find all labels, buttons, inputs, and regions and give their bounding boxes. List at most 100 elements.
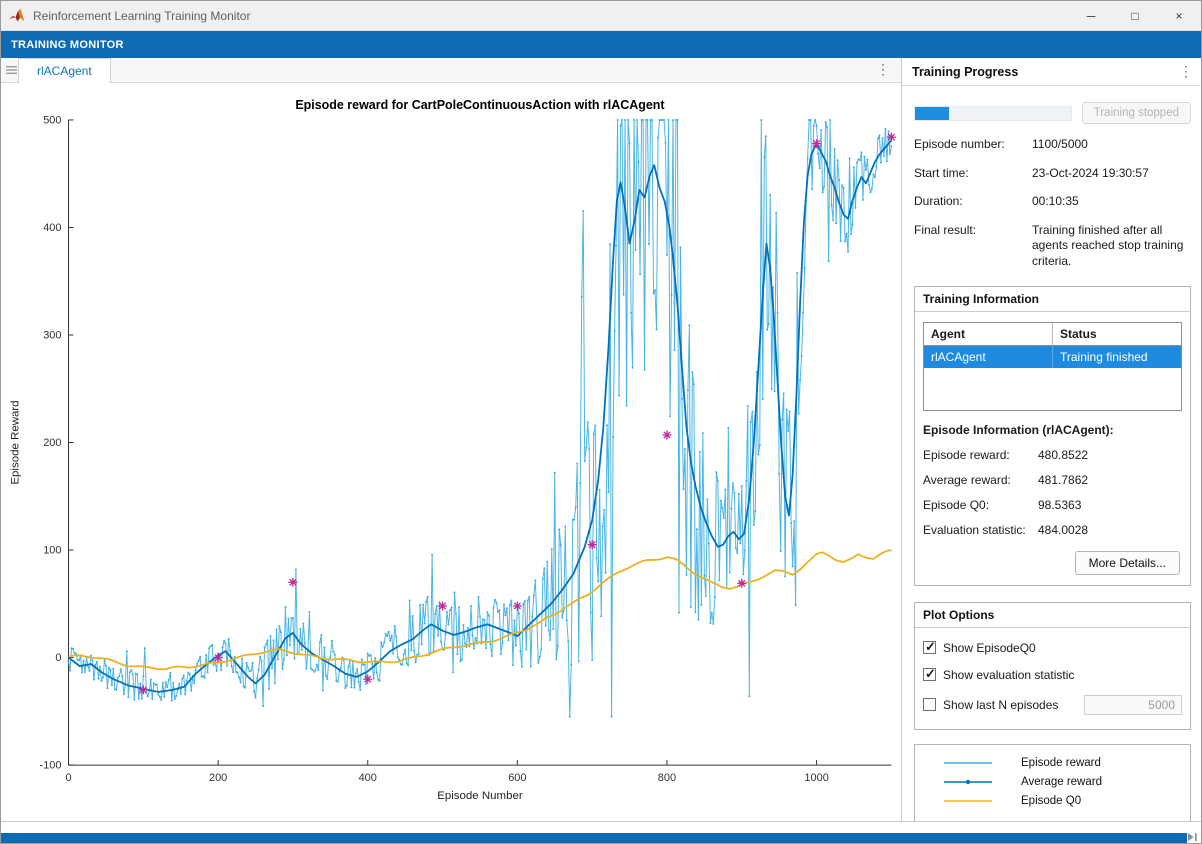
- training-progress-panel: Training Progress ⋮ Training stopped Epi…: [901, 58, 1202, 822]
- option-show-last-n-episodes[interactable]: Show last N episodes: [915, 695, 1190, 715]
- table-header-status: Status: [1053, 323, 1181, 346]
- info-label: Final result:: [914, 223, 1032, 270]
- info-label: Start time:: [914, 166, 1032, 182]
- stat-label: Average reward:: [923, 473, 1038, 487]
- stat-value: 98.5363: [1038, 498, 1081, 512]
- maximize-button[interactable]: □: [1113, 1, 1157, 30]
- info-label: Duration:: [914, 194, 1032, 210]
- legend-label: Episode reward: [1021, 757, 1101, 769]
- svg-text:1000: 1000: [804, 772, 828, 784]
- checkbox-label: Show EpisodeQ0: [943, 641, 1036, 655]
- chart-panel: rlACAgent ⋮ Episode reward for CartPoleC…: [1, 58, 901, 822]
- stat-label: Episode Q0:: [923, 498, 1038, 512]
- tab-rlacagent[interactable]: rlACAgent: [18, 58, 111, 83]
- tab-label: rlACAgent: [37, 64, 92, 78]
- info-row-start-time: Start time: 23-Oct-2024 19:30:57: [914, 166, 1191, 182]
- episode-reward-chart: Episode reward for CartPoleContinuousAct…: [1, 83, 901, 821]
- svg-text:400: 400: [359, 772, 377, 784]
- titlebar: Reinforcement Learning Training Monitor …: [1, 1, 1201, 31]
- training-information-group: Training Information Agent Status rlACAg…: [914, 286, 1191, 586]
- panel-title: Training Progress: [912, 65, 1018, 79]
- info-value: 23-Oct-2024 19:30:57: [1032, 166, 1191, 182]
- stat-value: 480.8522: [1038, 448, 1088, 462]
- episode-reward-line-sample: [915, 756, 1021, 770]
- table-header-row: Agent Status: [924, 323, 1181, 346]
- show-last-n-episodes-checkbox[interactable]: [923, 698, 936, 711]
- stat-row-episode-reward: Episode reward: 480.8522: [915, 448, 1190, 462]
- tab-grip-icon[interactable]: [6, 65, 17, 75]
- svg-text:600: 600: [508, 772, 526, 784]
- svg-text:400: 400: [43, 222, 61, 234]
- chart-area: Episode reward for CartPoleContinuousAct…: [1, 83, 901, 821]
- show-evaluation-statistic-checkbox[interactable]: [923, 668, 936, 681]
- checkbox-label: Show last N episodes: [943, 698, 1058, 712]
- legend-entry-evaluation-statistic: Evaluation statistic: [915, 820, 1190, 821]
- chart-legend: Episode reward Average reward Episode Q0…: [914, 744, 1191, 821]
- progress-bar: [914, 106, 1072, 121]
- panel-menu-icon[interactable]: ⋮: [1179, 63, 1193, 80]
- window-controls: ─ □ ×: [1069, 1, 1201, 30]
- stat-label: Evaluation statistic:: [923, 523, 1038, 537]
- legend-entry-episode-q0: Episode Q0: [915, 792, 1190, 811]
- info-value: 00:10:35: [1032, 194, 1191, 210]
- table-empty-space: [924, 368, 1181, 410]
- stat-row-average-reward: Average reward: 481.7862: [915, 473, 1190, 487]
- progress-row: Training stopped: [914, 102, 1191, 124]
- table-cell-status: Training finished: [1053, 346, 1181, 368]
- table-row[interactable]: rlACAgent Training finished: [924, 346, 1181, 368]
- progress-fill: [915, 107, 949, 120]
- panel-expand-icon[interactable]: [1187, 832, 1198, 842]
- info-value: Training finished after all agents reach…: [1032, 223, 1191, 270]
- svg-text:Episode Reward: Episode Reward: [10, 400, 22, 484]
- average-reward-line-sample: [915, 775, 1021, 789]
- svg-text:0: 0: [55, 652, 61, 664]
- info-value: 1100/5000: [1032, 137, 1191, 153]
- info-row-duration: Duration: 00:10:35: [914, 194, 1191, 210]
- training-stopped-button[interactable]: Training stopped: [1082, 102, 1191, 124]
- group-title: Training Information: [915, 287, 1190, 312]
- chart-panel-menu-icon[interactable]: ⋮: [876, 61, 890, 78]
- legend-label: Episode Q0: [1021, 795, 1081, 807]
- episode-information-title: Episode Information (rlACAgent):: [915, 411, 1190, 437]
- svg-text:100: 100: [43, 545, 61, 557]
- stat-label: Episode reward:: [923, 448, 1038, 462]
- app-window: Reinforcement Learning Training Monitor …: [0, 0, 1202, 844]
- main-area: rlACAgent ⋮ Episode reward for CartPoleC…: [1, 58, 1202, 822]
- episode-q0-line-sample: [915, 794, 1021, 808]
- svg-text:Episode reward for CartPoleCon: Episode reward for CartPoleContinuousAct…: [295, 98, 664, 112]
- svg-text:-100: -100: [40, 760, 62, 772]
- svg-text:300: 300: [43, 329, 61, 341]
- training-progress-content: Training stopped Episode number: 1100/50…: [902, 86, 1202, 821]
- window-title: Reinforcement Learning Training Monitor: [33, 9, 250, 23]
- document-tab-bar: rlACAgent ⋮: [1, 58, 901, 83]
- option-show-episode-q0[interactable]: Show EpisodeQ0: [915, 641, 1190, 655]
- info-label: Episode number:: [914, 137, 1032, 153]
- table-header-agent: Agent: [924, 323, 1053, 346]
- group-title: Plot Options: [915, 603, 1190, 628]
- svg-text:200: 200: [43, 437, 61, 449]
- toolstrip: TRAINING MONITOR: [1, 31, 1201, 58]
- agent-status-table: Agent Status rlACAgent Training finished: [923, 322, 1182, 411]
- stat-row-evaluation-statistic: Evaluation statistic: 484.0028: [915, 523, 1190, 537]
- show-episode-q0-checkbox[interactable]: [923, 641, 936, 654]
- toolstrip-tab-training-monitor[interactable]: TRAINING MONITOR: [11, 39, 124, 51]
- minimize-button[interactable]: ─: [1069, 1, 1113, 30]
- info-row-episode-number: Episode number: 1100/5000: [914, 137, 1191, 153]
- close-button[interactable]: ×: [1157, 1, 1201, 30]
- last-n-episodes-input[interactable]: [1084, 695, 1182, 715]
- plot-options-group: Plot Options Show EpisodeQ0 Show evaluat…: [914, 602, 1191, 730]
- table-cell-agent: rlACAgent: [924, 346, 1053, 368]
- svg-text:200: 200: [209, 772, 227, 784]
- option-show-evaluation-statistic[interactable]: Show evaluation statistic: [915, 668, 1190, 682]
- stat-value: 481.7862: [1038, 473, 1088, 487]
- status-strip: [1, 833, 1187, 843]
- checkbox-label: Show evaluation statistic: [943, 668, 1074, 682]
- matlab-logo-icon: [9, 8, 25, 23]
- stat-value: 484.0028: [1038, 523, 1088, 537]
- legend-entry-episode-reward: Episode reward: [915, 754, 1190, 773]
- svg-text:800: 800: [658, 772, 676, 784]
- stat-row-episode-q0: Episode Q0: 98.5363: [915, 498, 1190, 512]
- more-details-button[interactable]: More Details...: [1075, 551, 1180, 575]
- svg-text:0: 0: [65, 772, 71, 784]
- svg-text:500: 500: [43, 114, 61, 126]
